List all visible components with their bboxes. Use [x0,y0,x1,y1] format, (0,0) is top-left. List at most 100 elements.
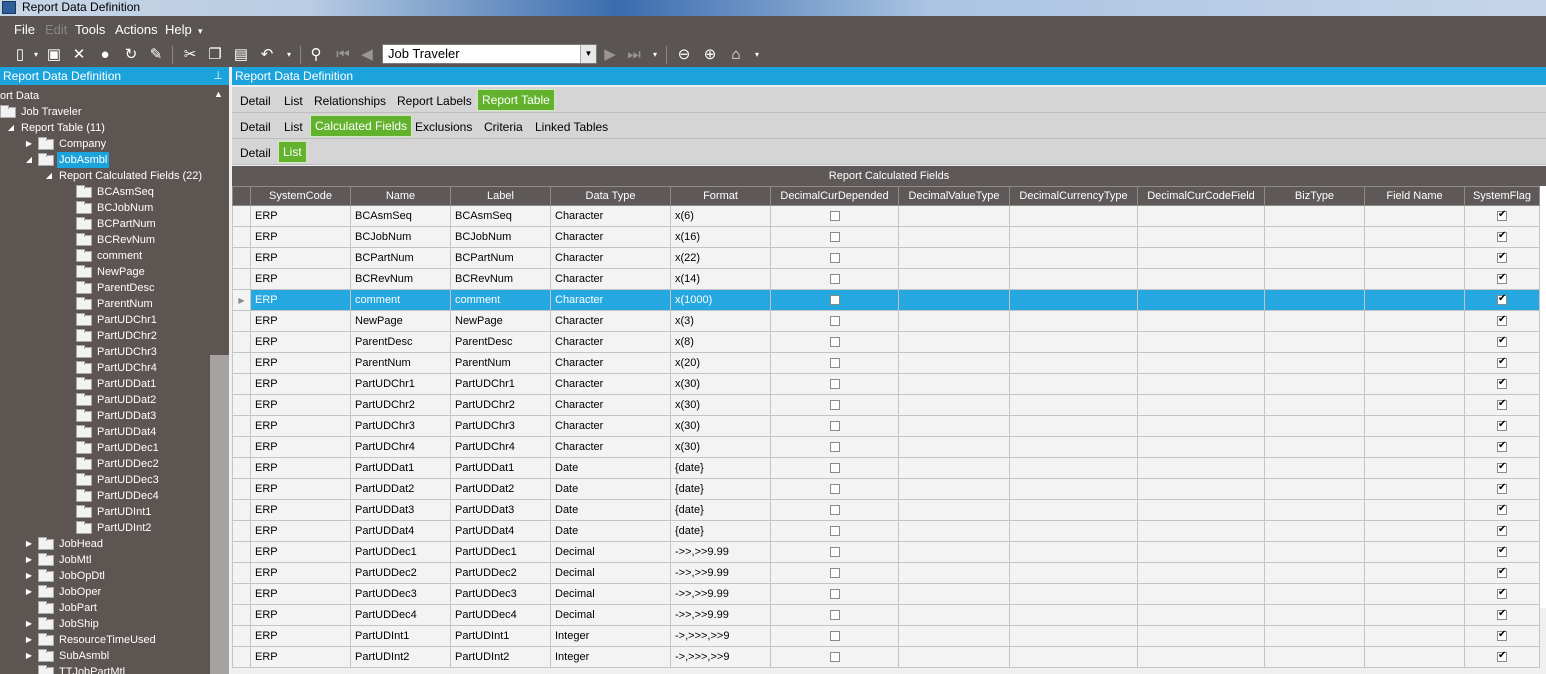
row-selector[interactable] [232,457,251,479]
table-cell[interactable]: PartUDChr3 [350,415,451,437]
memo-icon[interactable]: ● [95,45,115,65]
system-flag-checkbox[interactable] [1497,608,1507,621]
table-cell[interactable] [1137,268,1265,290]
table-cell[interactable] [1364,583,1465,605]
table-cell[interactable] [898,310,1010,332]
table-cell[interactable]: PartUDDec1 [350,541,451,563]
decimal-cur-depended-checkbox[interactable] [829,358,840,369]
table-cell[interactable] [1137,247,1265,269]
table-cell[interactable]: Character [550,226,671,248]
column-header[interactable]: SystemFlag [1464,186,1540,206]
table-cell[interactable] [1364,205,1465,227]
table-row[interactable]: ERP PartUDDat1 PartUDDat1 Date {date} [232,457,1540,479]
table-cell[interactable] [898,583,1010,605]
table-cell[interactable]: PartUDDat1 [450,457,551,479]
table-cell[interactable]: Character [550,415,671,437]
table-cell[interactable] [898,520,1010,542]
table-cell[interactable] [1009,520,1138,542]
decimal-cur-depended-checkbox[interactable] [829,316,840,327]
table-cell[interactable]: ERP [250,436,351,458]
expand-icon[interactable]: ▶ [24,632,34,648]
table-cell[interactable]: PartUDDec4 [350,604,451,626]
row-selector[interactable] [232,394,251,416]
row-selector[interactable] [232,520,251,542]
table-cell[interactable]: PartUDDat1 [350,457,451,479]
table-row[interactable]: ERP PartUDDat4 PartUDDat4 Date {date} [232,520,1540,542]
row-selector[interactable] [232,625,251,647]
system-flag-checkbox[interactable] [1497,629,1507,642]
table-cell[interactable]: BCPartNum [450,247,551,269]
table-cell[interactable]: ->>,>>9.99 [670,562,771,584]
table-cell[interactable]: ERP [250,205,351,227]
table-cell[interactable] [1009,289,1138,311]
table-cell[interactable]: x(30) [670,436,771,458]
table-cell[interactable] [898,226,1010,248]
tab-relationships[interactable]: Relationships [310,91,390,111]
undo-icon[interactable]: ↶ [257,45,277,65]
table-cell[interactable]: PartUDDat3 [450,499,551,521]
table-row[interactable]: ERP ParentDesc ParentDesc Character x(8) [232,331,1540,353]
table-cell[interactable]: PartUDDec3 [450,583,551,605]
table-cell[interactable]: Character [550,247,671,269]
decimal-cur-depended-checkbox[interactable] [829,547,840,558]
row-selector[interactable] [232,268,251,290]
table-cell[interactable]: PartUDInt2 [350,646,451,668]
table-row[interactable]: ERP PartUDChr2 PartUDChr2 Character x(30) [232,394,1540,416]
table-cell[interactable]: PartUDChr3 [450,415,551,437]
menu-actions[interactable]: Actions [115,22,158,37]
table-cell[interactable] [1264,646,1365,668]
next-record-icon[interactable]: ▶ [600,45,620,65]
table-cell[interactable]: ParentNum [350,352,451,374]
table-cell[interactable] [1364,415,1465,437]
table-cell[interactable]: x(1000) [670,289,771,311]
table-cell[interactable]: PartUDChr2 [450,394,551,416]
table-cell[interactable] [1264,604,1365,626]
table-cell[interactable]: PartUDDec2 [450,562,551,584]
forward-icon[interactable]: ⊕ [700,45,720,65]
table-cell[interactable]: ERP [250,352,351,374]
system-flag-checkbox[interactable] [1497,272,1507,285]
table-cell[interactable] [1264,415,1365,437]
last-record-icon[interactable]: ⏭ [624,45,644,65]
table-cell[interactable] [1009,394,1138,416]
table-cell[interactable]: PartUDInt1 [350,625,451,647]
table-cell[interactable] [1264,436,1365,458]
column-header[interactable]: Format [670,186,771,206]
table-cell[interactable]: ERP [250,478,351,500]
table-cell[interactable] [1137,394,1265,416]
table-cell[interactable] [1009,541,1138,563]
tab-criteria[interactable]: Criteria [480,117,527,137]
tab-report-table[interactable]: Report Table [477,89,555,111]
column-header[interactable]: Data Type [550,186,671,206]
table-cell[interactable] [898,541,1010,563]
refresh-icon[interactable]: ↻ [121,45,141,65]
table-cell[interactable] [1137,226,1265,248]
system-flag-checkbox[interactable] [1497,419,1507,432]
table-cell[interactable] [1137,373,1265,395]
table-cell[interactable]: PartUDDat2 [350,478,451,500]
decimal-cur-depended-checkbox[interactable] [829,211,840,222]
row-selector[interactable] [232,331,251,353]
table-cell[interactable] [1137,541,1265,563]
column-header[interactable]: DecimalCurDepended [770,186,899,206]
table-cell[interactable] [1009,226,1138,248]
table-cell[interactable]: PartUDDec1 [450,541,551,563]
table-cell[interactable] [1137,352,1265,374]
table-cell[interactable] [1009,583,1138,605]
search-icon[interactable]: ⚲ [306,45,326,65]
system-flag-checkbox[interactable] [1497,524,1507,537]
table-row[interactable]: ▶ ERP comment comment Character x(1000) [232,289,1540,311]
decimal-cur-depended-checkbox[interactable] [829,463,840,474]
system-flag-checkbox[interactable] [1497,377,1507,390]
table-cell[interactable]: Character [550,331,671,353]
column-header[interactable]: DecimalCurCodeField [1137,186,1265,206]
table-cell[interactable] [1264,226,1365,248]
row-selector[interactable] [232,247,251,269]
row-selector[interactable] [232,415,251,437]
table-cell[interactable]: Date [550,457,671,479]
table-cell[interactable] [1009,625,1138,647]
table-cell[interactable] [1009,478,1138,500]
scroll-up-icon[interactable]: ▲ [214,89,223,99]
table-cell[interactable]: Date [550,478,671,500]
decimal-cur-depended-checkbox[interactable] [829,526,840,537]
